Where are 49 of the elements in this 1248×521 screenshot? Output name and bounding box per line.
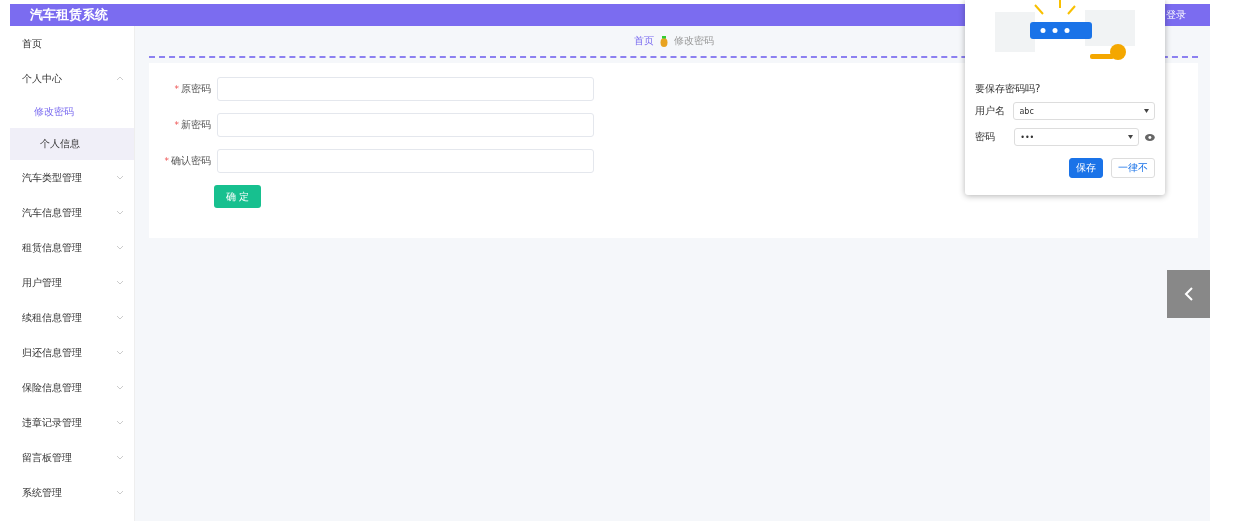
chevron-icon [116, 76, 124, 81]
username-select[interactable]: abc [1013, 102, 1155, 120]
sidebar-item[interactable]: 首页 [10, 26, 134, 61]
never-button[interactable]: 一律不 [1111, 158, 1155, 178]
chevron-icon [116, 350, 124, 355]
sidebar-item[interactable]: 系统管理 [10, 475, 134, 510]
sidebar-item[interactable]: 个人中心 [10, 61, 134, 96]
password-select[interactable]: ••• [1014, 128, 1140, 146]
sidebar-item[interactable]: 汽车类型管理 [10, 160, 134, 195]
breadcrumb-item: 修改密码 [673, 34, 714, 48]
chevron-icon [116, 315, 124, 320]
chevron-icon [116, 175, 124, 180]
save-button[interactable]: 保存 [1069, 158, 1103, 178]
required-mark: * [174, 84, 179, 94]
field-label: 原密码 [181, 82, 211, 96]
password-field[interactable] [217, 77, 594, 101]
caret-icon [1144, 109, 1149, 113]
chevron-icon [116, 210, 124, 215]
sidebar-item[interactable]: 汽车信息管理 [10, 195, 134, 230]
chevron-icon [116, 245, 124, 250]
app-title: 汽车租赁系统 [30, 6, 108, 24]
sidebar-item[interactable]: 留言板管理 [10, 440, 134, 475]
popup-title: 要保存密码吗? [975, 82, 1042, 96]
sidebar-item[interactable]: 归还信息管理 [10, 335, 134, 370]
field-label: 新密码 [181, 118, 211, 132]
submenu-item[interactable]: 个人信息 [10, 128, 134, 160]
chevron-icon [116, 385, 124, 390]
chevron-left-icon [1183, 286, 1194, 302]
password-label: 密码 [975, 130, 996, 144]
sidebar-item[interactable]: 续租信息管理 [10, 300, 134, 335]
sidebar-item[interactable]: 租赁信息管理 [10, 230, 134, 265]
eye-icon[interactable] [1145, 133, 1155, 141]
sidebar-item[interactable]: 保险信息管理 [10, 370, 134, 405]
collapse-button[interactable] [1167, 270, 1210, 318]
sidebar-item[interactable]: 用户管理 [10, 265, 134, 300]
password-field[interactable] [217, 113, 594, 137]
chevron-icon [116, 490, 124, 495]
chevron-icon [116, 420, 124, 425]
field-label: 确认密码 [171, 154, 211, 168]
breadcrumb-item[interactable]: 首页 [633, 34, 654, 48]
sidebar-item[interactable]: 违章记录管理 [10, 405, 134, 440]
required-mark: * [164, 156, 169, 166]
username-label: 用户名 [975, 104, 1006, 118]
password-field[interactable] [217, 149, 594, 173]
caret-icon [1128, 135, 1134, 139]
chevron-icon [116, 280, 124, 285]
required-mark: * [174, 120, 179, 130]
chevron-icon [116, 455, 124, 460]
login-link[interactable]: 登录 [1166, 8, 1186, 22]
